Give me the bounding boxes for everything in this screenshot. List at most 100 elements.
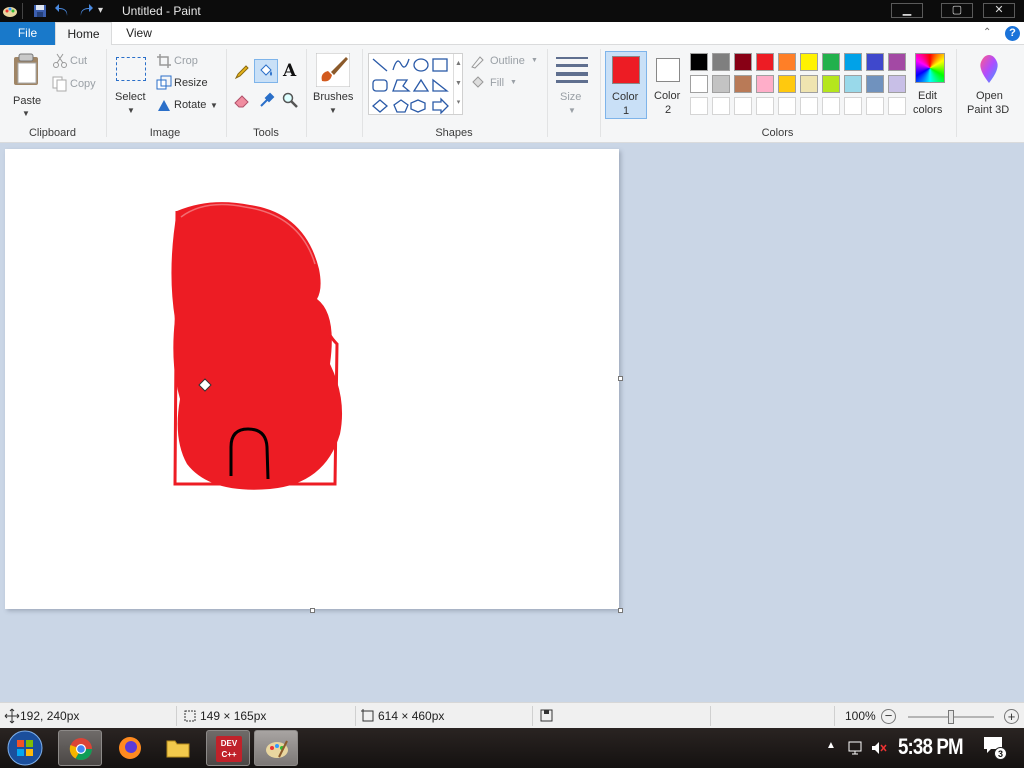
palette-custom-slot[interactable] <box>690 97 708 115</box>
close-button[interactable]: ✕ <box>983 3 1015 18</box>
palette-custom-slot[interactable] <box>844 97 862 115</box>
collapse-ribbon-icon[interactable]: ⌃ <box>983 27 993 38</box>
palette-custom-slot[interactable] <box>778 97 796 115</box>
line-size-icon <box>556 57 588 83</box>
tab-file[interactable]: File <box>0 22 55 45</box>
palette-custom-slot[interactable] <box>888 97 906 115</box>
cut-button[interactable]: Cut <box>52 53 102 71</box>
palette-swatch[interactable] <box>756 53 774 71</box>
resize-handle-right[interactable] <box>618 376 623 381</box>
tab-view[interactable]: View <box>112 22 166 45</box>
tab-home[interactable]: Home <box>55 22 112 46</box>
palette-swatch[interactable] <box>888 75 906 93</box>
color2-label: Color <box>654 90 681 102</box>
action-center-button[interactable]: 3 <box>983 736 1007 760</box>
status-separator <box>355 706 356 726</box>
crop-button[interactable]: Crop <box>156 53 216 71</box>
palette-swatch[interactable] <box>866 53 884 71</box>
scroll-down-icon[interactable]: ▼ <box>454 74 463 94</box>
outline-button[interactable]: Outline ▼ <box>470 53 540 71</box>
shapes-scrollbar[interactable]: ▲ ▼ ▾ <box>453 54 463 114</box>
color2-button[interactable]: Color 2 <box>650 51 688 119</box>
folder-icon <box>166 740 190 758</box>
palette-swatch[interactable] <box>756 75 774 93</box>
open-paint3d-button[interactable]: Open Paint 3D <box>961 51 1017 119</box>
palette-swatch[interactable] <box>866 75 884 93</box>
palette-swatch[interactable] <box>888 53 906 71</box>
volume-muted-icon[interactable] <box>871 740 887 756</box>
resize-handle-corner[interactable] <box>618 608 623 613</box>
select-button[interactable]: Select ▼ <box>112 53 150 121</box>
palette-swatch[interactable] <box>734 75 752 93</box>
size-button[interactable]: Size ▼ <box>553 51 593 119</box>
copy-icon <box>52 76 67 92</box>
save-icon[interactable] <box>32 3 48 19</box>
color-picker-icon[interactable] <box>259 92 275 108</box>
edit-colors-label-1: Edit <box>918 90 937 102</box>
zoom-slider-track[interactable] <box>908 710 994 724</box>
scroll-up-icon[interactable]: ▲ <box>454 54 463 74</box>
palette-swatch[interactable] <box>800 75 818 93</box>
help-button[interactable]: ? <box>1005 26 1020 41</box>
palette-swatch[interactable] <box>800 53 818 71</box>
text-tool-icon[interactable]: A <box>283 61 296 81</box>
palette-custom-slot[interactable] <box>734 97 752 115</box>
customize-quick-access-icon[interactable]: ▾ <box>98 5 103 16</box>
paste-button[interactable]: Paste ▼ <box>6 49 46 121</box>
paint-app-icon[interactable] <box>2 3 18 19</box>
show-hidden-icons-icon[interactable]: ▲ <box>826 740 836 751</box>
brushes-button[interactable]: Brushes ▼ <box>311 51 355 119</box>
network-icon[interactable] <box>848 740 864 756</box>
drawing-canvas[interactable] <box>5 149 619 609</box>
ribbon-separator <box>956 49 957 137</box>
taskbar-firefox[interactable] <box>108 730 152 766</box>
palette-swatch[interactable] <box>844 75 862 93</box>
palette-swatch[interactable] <box>734 53 752 71</box>
palette-custom-slot[interactable] <box>822 97 840 115</box>
palette-swatch[interactable] <box>844 53 862 71</box>
minimize-button[interactable]: ▁ <box>891 3 923 18</box>
fill-button[interactable]: Fill ▼ <box>470 75 530 93</box>
palette-swatch[interactable] <box>690 75 708 93</box>
clock[interactable]: 5:38 PM <box>898 734 964 760</box>
start-orb-icon[interactable] <box>6 730 44 766</box>
palette-custom-slot[interactable] <box>800 97 818 115</box>
taskbar-chrome[interactable] <box>58 730 102 766</box>
palette-custom-slot[interactable] <box>866 97 884 115</box>
copy-button[interactable]: Copy <box>52 76 102 94</box>
canvas-workspace[interactable] <box>0 143 1024 702</box>
resize-handle-bottom[interactable] <box>310 608 315 613</box>
color1-button[interactable]: Color 1 <box>605 51 647 119</box>
eraser-icon[interactable] <box>234 92 250 108</box>
palette-swatch[interactable] <box>712 75 730 93</box>
palette-swatch[interactable] <box>822 53 840 71</box>
palette-custom-slot[interactable] <box>756 97 774 115</box>
palette-swatch[interactable] <box>778 75 796 93</box>
palette-swatch[interactable] <box>822 75 840 93</box>
taskbar-dev-cpp[interactable]: DEV C++ <box>206 730 250 766</box>
maximize-button[interactable]: ▢ <box>941 3 973 18</box>
zoom-level: 100% <box>845 709 876 723</box>
zoom-in-button[interactable]: + <box>1004 709 1019 724</box>
rotate-button[interactable]: Rotate ▼ <box>156 97 220 115</box>
fill-tool-button[interactable] <box>254 59 278 83</box>
magnifier-icon[interactable] <box>282 92 298 108</box>
zoom-out-button[interactable]: − <box>881 709 896 724</box>
gallery-expand-icon[interactable]: ▾ <box>454 94 463 112</box>
rotate-label: Rotate <box>174 99 207 111</box>
taskbar-paint[interactable] <box>254 730 298 766</box>
edit-colors-label-2: colors <box>913 104 943 116</box>
palette-swatch[interactable] <box>690 53 708 71</box>
edit-colors-button[interactable]: Edit colors <box>912 51 948 119</box>
undo-icon[interactable] <box>55 3 71 19</box>
palette-custom-slot[interactable] <box>712 97 730 115</box>
palette-swatch[interactable] <box>712 53 730 71</box>
resize-button[interactable]: Resize <box>156 75 216 93</box>
palette-swatch[interactable] <box>778 53 796 71</box>
zoom-slider-thumb[interactable] <box>948 710 954 724</box>
taskbar-file-explorer[interactable] <box>156 730 200 766</box>
shapes-gallery-icons[interactable] <box>371 56 451 114</box>
outline-icon <box>471 56 484 69</box>
redo-icon[interactable] <box>77 3 93 19</box>
pencil-icon[interactable] <box>234 64 250 80</box>
